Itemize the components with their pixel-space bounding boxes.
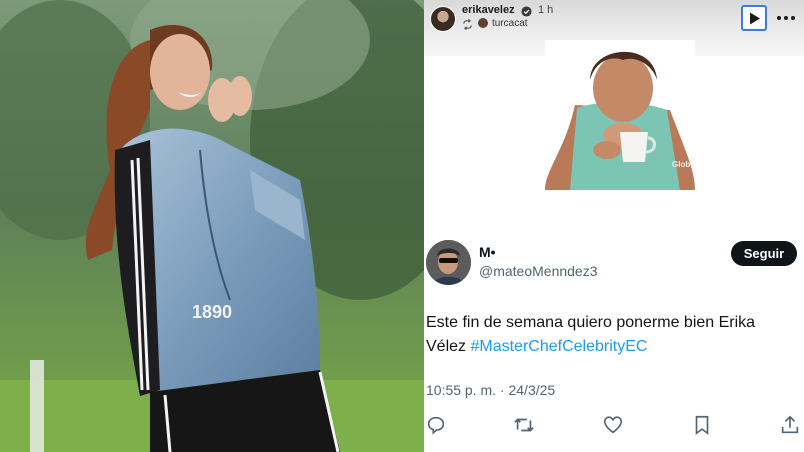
play-button[interactable] [741,5,767,31]
reply-icon [427,416,445,435]
heart-icon [603,416,623,434]
hashtag-link[interactable]: #MasterChefCelebrityEC [470,338,647,355]
reposted-from-username[interactable]: turcacat [492,18,528,29]
retweet-button[interactable] [513,414,535,436]
tweet-author-avatar[interactable] [426,240,471,285]
tweet-text: Este fin de semana quiero ponerme bien E… [426,311,798,359]
play-icon [750,12,760,25]
more-dots-icon[interactable] [775,9,797,27]
bookmark-icon [695,415,709,435]
photo-panel: 1890 [0,0,424,452]
story-time: 1 h [538,4,554,16]
follow-button[interactable]: Seguir [731,241,797,266]
verified-badge-icon [521,6,532,17]
like-button[interactable] [602,414,624,436]
story-username[interactable]: erikavelez [462,4,515,16]
retweet-icon [514,418,534,432]
jacket-print-text: 1890 [192,302,232,322]
tweet-timestamp[interactable]: 10:55 p. m. · 24/3/25 [426,382,555,398]
repost-icon [463,19,472,30]
share-icon [781,415,799,434]
tweet-author-name[interactable]: M• [479,244,496,260]
tweet-author-handle[interactable]: @mateoMenndez3 [479,263,598,279]
story-panel: erikavelez 1 h turcacat Glob M• @mateoMe… [424,0,804,452]
music-avatar [478,18,488,28]
woman-laughing-photo: 1890 [0,0,424,452]
bookmark-button[interactable] [691,414,713,436]
gif-watermark: Glob [672,160,691,169]
reply-button[interactable] [425,414,447,436]
share-button[interactable] [779,414,801,436]
avatar[interactable] [430,6,456,32]
